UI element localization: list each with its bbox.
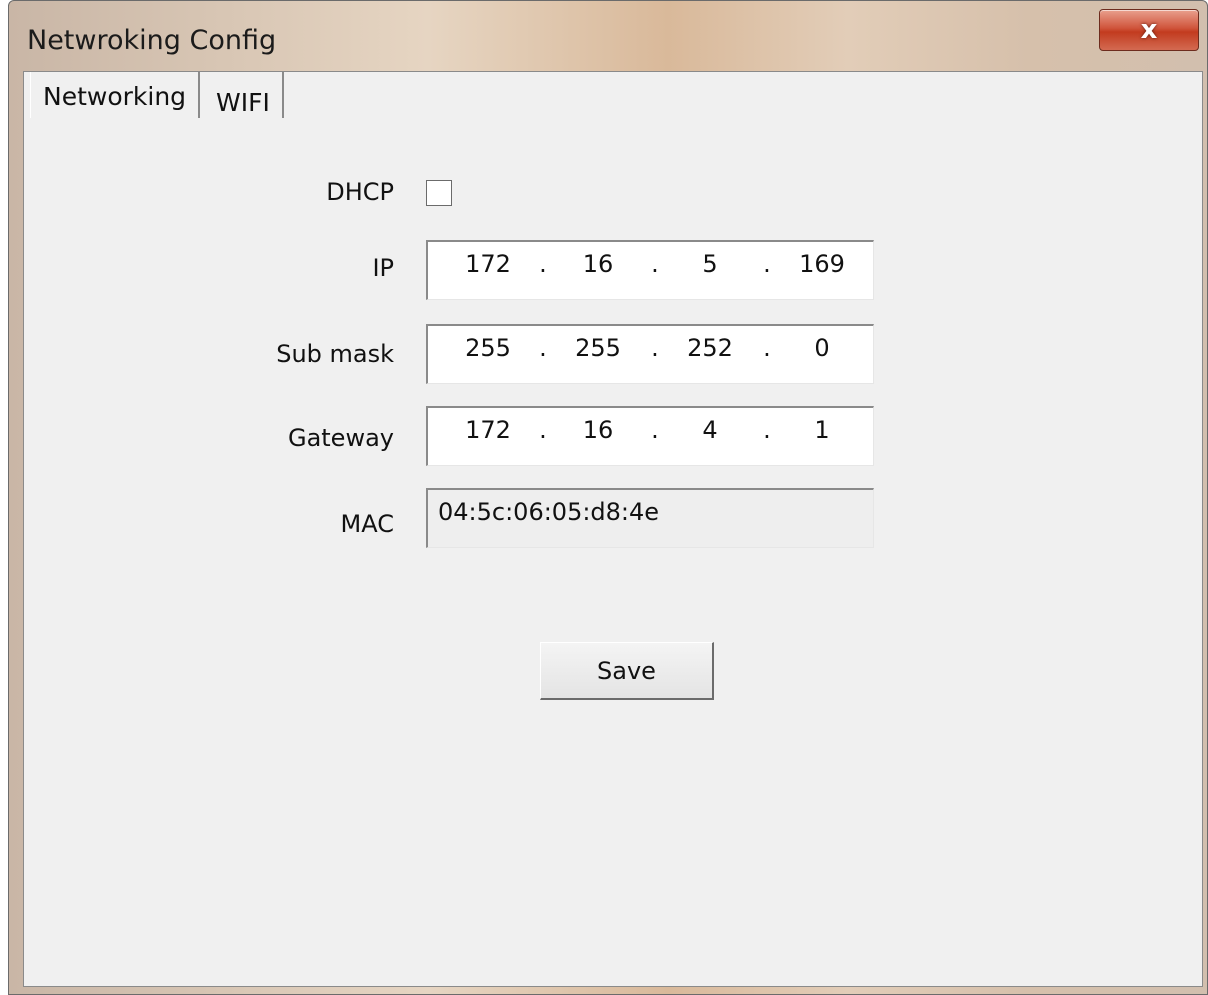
ip-octet-3[interactable]: 5: [680, 250, 740, 278]
ip-dot: .: [651, 250, 659, 278]
ip-label: IP: [372, 254, 394, 282]
gateway-octet-4[interactable]: 1: [792, 416, 852, 444]
submask-dot: .: [651, 334, 659, 362]
gateway-octet-3[interactable]: 4: [680, 416, 740, 444]
close-button[interactable]: x: [1099, 9, 1199, 51]
ip-octet-2[interactable]: 16: [568, 250, 628, 278]
tab-networking[interactable]: Networking: [30, 72, 201, 118]
ip-dot: .: [539, 250, 547, 278]
gateway-label: Gateway: [287, 424, 394, 452]
submask-octet-3[interactable]: 252: [680, 334, 740, 362]
ip-octet-4[interactable]: 169: [792, 250, 852, 278]
gateway-dot: .: [651, 416, 659, 444]
tab-strip: Networking WIFI: [30, 72, 284, 120]
networking-config-window: Netwroking Config x Networking WIFI DHCP…: [8, 0, 1208, 995]
title-bar[interactable]: Netwroking Config x: [9, 1, 1207, 67]
submask-octet-1[interactable]: 255: [458, 334, 518, 362]
dhcp-checkbox[interactable]: [426, 180, 452, 206]
submask-dot: .: [763, 334, 771, 362]
submask-field[interactable]: 255 . 255 . 252 . 0: [426, 324, 874, 384]
save-button[interactable]: Save: [540, 642, 714, 700]
gateway-dot: .: [539, 416, 547, 444]
gateway-octet-2[interactable]: 16: [568, 416, 628, 444]
ip-dot: .: [763, 250, 771, 278]
ip-octet-1[interactable]: 172: [458, 250, 518, 278]
submask-label: Sub mask: [276, 340, 394, 368]
window-title: Netwroking Config: [27, 25, 277, 56]
gateway-field[interactable]: 172 . 16 . 4 . 1: [426, 406, 874, 466]
mac-field: 04:5c:06:05:d8:4e: [426, 488, 874, 548]
gateway-dot: .: [763, 416, 771, 444]
submask-octet-4[interactable]: 0: [792, 334, 852, 362]
submask-dot: .: [539, 334, 547, 362]
gateway-octet-1[interactable]: 172: [458, 416, 518, 444]
mac-value: 04:5c:06:05:d8:4e: [438, 498, 660, 526]
dialog-client-area: Networking WIFI DHCP IP 172 . 16 . 5 . 1…: [23, 71, 1203, 987]
submask-octet-2[interactable]: 255: [568, 334, 628, 362]
mac-label: MAC: [340, 510, 394, 538]
close-icon: x: [1140, 15, 1158, 45]
dhcp-label: DHCP: [326, 178, 394, 206]
ip-address-field[interactable]: 172 . 16 . 5 . 169: [426, 240, 874, 300]
tab-wifi[interactable]: WIFI: [204, 72, 284, 118]
